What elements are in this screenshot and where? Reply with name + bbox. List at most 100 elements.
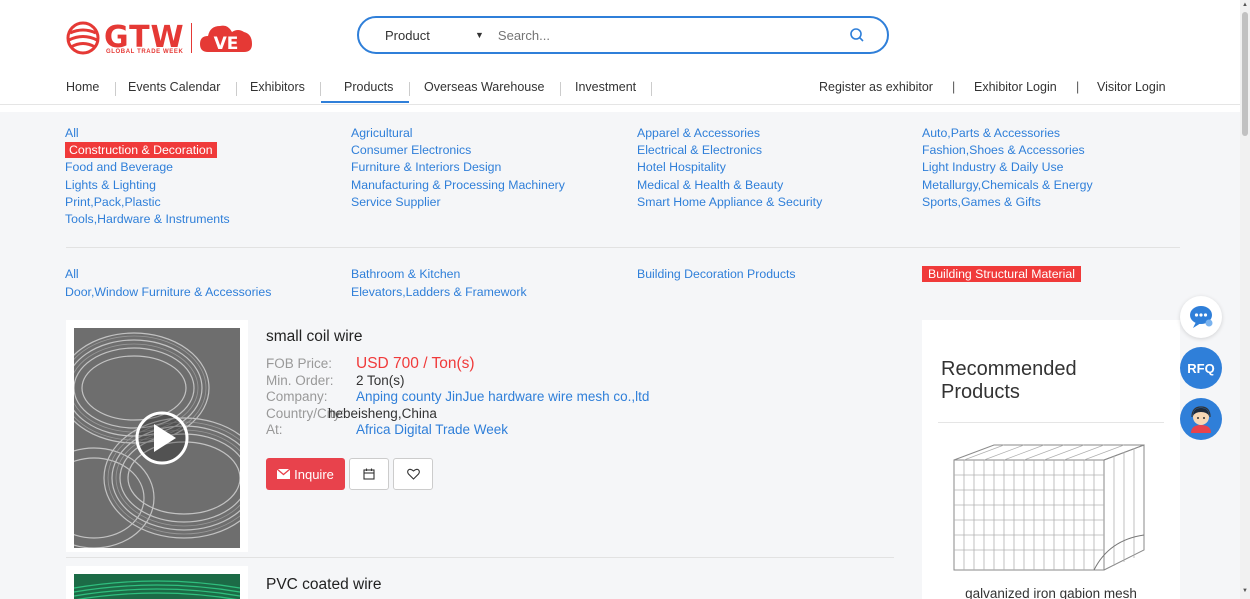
search-input[interactable]: [497, 27, 838, 43]
subcategory-elevators[interactable]: Elevators,Ladders & Framework: [351, 284, 527, 300]
inquire-label: Inquire: [294, 466, 334, 482]
chat-button[interactable]: [1180, 296, 1222, 338]
brand-name: GTW: [104, 20, 185, 55]
category-apparel[interactable]: Apparel & Accessories: [637, 125, 760, 141]
recommended-title: Recommended Products: [941, 358, 1077, 403]
category-lights[interactable]: Lights & Lighting: [65, 177, 156, 193]
header-border: [0, 104, 1240, 105]
category-light-industry[interactable]: Light Industry & Daily Use: [922, 159, 1063, 175]
category-hotel[interactable]: Hotel Hospitality: [637, 159, 726, 175]
schedule-meeting-button[interactable]: [349, 458, 389, 490]
nav-divider: [409, 82, 410, 96]
subcategory-door-window[interactable]: Door,Window Furniture & Accessories: [65, 284, 271, 300]
nav-events-calendar[interactable]: Events Calendar: [128, 80, 220, 94]
inquire-button[interactable]: Inquire: [266, 458, 345, 490]
favorite-button[interactable]: [393, 458, 433, 490]
category-metallurgy[interactable]: Metallurgy,Chemicals & Energy: [922, 177, 1093, 193]
category-auto-parts[interactable]: Auto,Parts & Accessories: [922, 125, 1060, 141]
category-tools[interactable]: Tools,Hardware & Instruments: [65, 211, 230, 227]
nav-divider: [115, 82, 116, 96]
exhibitor-login-link[interactable]: Exhibitor Login: [974, 80, 1057, 94]
category-consumer-electronics[interactable]: Consumer Electronics: [351, 142, 471, 158]
min-order-label: Min. Order:: [266, 372, 334, 388]
chat-bubble-icon: [1190, 306, 1213, 328]
brand-badge: VE: [213, 34, 238, 54]
product-thumbnail[interactable]: [66, 566, 248, 599]
country-value: hebeisheng,China: [328, 405, 437, 421]
category-print-pack[interactable]: Print,Pack,Plastic: [65, 194, 161, 210]
fob-price-value: USD 700 / Ton(s): [356, 355, 475, 372]
category-construction-selected[interactable]: Construction & Decoration: [65, 142, 217, 158]
scrollbar-thumb[interactable]: [1242, 12, 1248, 136]
product-name[interactable]: small coil wire: [266, 328, 362, 346]
category-all[interactable]: All: [65, 125, 79, 141]
subcategory-bathroom-kitchen[interactable]: Bathroom & Kitchen: [351, 266, 460, 282]
category-smart-home[interactable]: Smart Home Appliance & Security: [637, 194, 822, 210]
subcategory-building-structural-selected[interactable]: Building Structural Material: [922, 266, 1081, 282]
nav-overseas-warehouse[interactable]: Overseas Warehouse: [424, 80, 544, 94]
brand-tagline: GLOBAL TRADE WEEK: [106, 49, 184, 55]
search-icon[interactable]: [849, 27, 865, 43]
coil-wire-picture: [74, 328, 240, 548]
product-actions: Inquire: [266, 458, 433, 490]
subcategory-all[interactable]: All: [65, 266, 79, 282]
customer-service-button[interactable]: [1180, 398, 1222, 440]
support-agent-icon: [1191, 406, 1211, 433]
company-link[interactable]: Anping county JinJue hardware wire mesh …: [356, 389, 649, 404]
recommended-divider: [938, 422, 1164, 423]
product-details: FOB Price: USD 700 / Ton(s) Min. Order: 2 …: [266, 355, 649, 439]
fob-price-label: FOB Price:: [266, 356, 333, 371]
at-label: At:: [266, 422, 283, 437]
event-link[interactable]: Africa Digital Trade Week: [356, 422, 508, 437]
nav-right-divider: |: [1076, 80, 1080, 94]
recommended-panel: Recommended Products galvanized iron gab…: [922, 320, 1180, 599]
logo-divider: [190, 23, 192, 53]
pvc-wire-picture: [74, 574, 240, 599]
nav-divider: [236, 82, 237, 96]
nav-products[interactable]: Products: [344, 80, 393, 94]
nav-active-indicator: [321, 101, 409, 103]
min-order-value: 2 Ton(s): [356, 372, 405, 388]
nav-divider: [320, 82, 321, 96]
heart-icon: [406, 468, 420, 480]
category-furniture[interactable]: Furniture & Interiors Design: [351, 159, 501, 175]
calendar-icon: [363, 468, 375, 480]
product-name[interactable]: PVC coated wire: [266, 576, 381, 594]
rfq-button[interactable]: RFQ: [1180, 347, 1222, 389]
rfq-label: RFQ: [1187, 360, 1215, 376]
category-agricultural[interactable]: Agricultural: [351, 125, 413, 141]
main-nav: Home Events Calendar Exhibitors Products…: [0, 76, 1240, 103]
site-logo[interactable]: GTW GLOBAL TRADE WEEK VE: [66, 18, 254, 58]
subcategory-building-decoration[interactable]: Building Decoration Products: [637, 266, 796, 282]
search-category-select[interactable]: Product: [385, 28, 475, 43]
category-sports[interactable]: Sports,Games & Gifts: [922, 194, 1041, 210]
nav-home[interactable]: Home: [66, 80, 99, 94]
register-exhibitor-link[interactable]: Register as exhibitor: [819, 80, 933, 94]
category-fashion[interactable]: Fashion,Shoes & Accessories: [922, 142, 1085, 158]
pvc-wire-image: [74, 574, 240, 599]
category-service-supplier[interactable]: Service Supplier: [351, 194, 441, 210]
site-header: GTW GLOBAL TRADE WEEK VE Product ▼ Home …: [0, 0, 1240, 112]
product-thumbnail[interactable]: [66, 320, 248, 552]
nav-investment[interactable]: Investment: [575, 80, 636, 94]
company-label: Company:: [266, 389, 328, 404]
nav-divider: [560, 82, 561, 96]
envelope-icon: [277, 469, 291, 479]
caret-down-icon[interactable]: ▼: [475, 30, 484, 40]
country-label: Country/City:: [266, 405, 345, 421]
nav-exhibitors[interactable]: Exhibitors: [250, 80, 305, 94]
search-bar: Product ▼: [357, 16, 889, 54]
recommended-item-name[interactable]: galvanized iron gabion mesh: [922, 586, 1180, 599]
scroll-down-icon[interactable]: ▼: [1242, 588, 1248, 594]
cloud-badge-icon: VE: [199, 25, 252, 54]
scroll-up-icon[interactable]: ▲: [1242, 2, 1248, 8]
gabion-mesh-image[interactable]: [944, 440, 1162, 580]
page-scrollbar[interactable]: ▲ ▼: [1240, 0, 1250, 599]
visitor-login-link[interactable]: Visitor Login: [1097, 80, 1166, 94]
category-food[interactable]: Food and Beverage: [65, 159, 173, 175]
category-manufacturing[interactable]: Manufacturing & Processing Machinery: [351, 177, 565, 193]
category-medical[interactable]: Medical & Health & Beauty: [637, 177, 783, 193]
nav-divider: [651, 82, 652, 96]
category-electrical[interactable]: Electrical & Electronics: [637, 142, 762, 158]
product-separator: [66, 557, 894, 558]
